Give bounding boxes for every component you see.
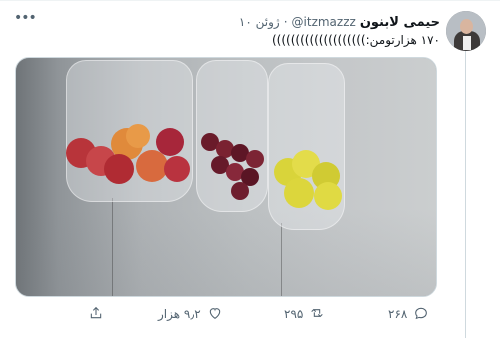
tweet-photo[interactable] — [15, 57, 437, 297]
avatar[interactable] — [446, 11, 486, 51]
avatar-shirt — [463, 36, 471, 50]
more-icon[interactable]: ••• — [14, 9, 37, 27]
retweet-button[interactable]: ۲۹۵ — [284, 304, 325, 324]
bag-string — [281, 223, 282, 296]
grape — [246, 150, 264, 168]
reply-button[interactable]: ۲۶۸ — [388, 304, 429, 324]
grape — [231, 182, 249, 200]
bag-string — [112, 198, 113, 296]
display-name[interactable]: حیمی لابنون — [360, 15, 440, 30]
heart-icon — [207, 305, 223, 324]
share-icon — [88, 305, 104, 324]
separator-dot: · — [283, 15, 288, 29]
photo-shadow — [16, 208, 436, 296]
thread-line — [465, 48, 466, 338]
avatar-head — [460, 19, 473, 34]
nectarine — [104, 154, 134, 184]
tweet-time[interactable]: ۱۰ ژوئن — [239, 15, 280, 29]
peach — [126, 124, 150, 148]
lemon — [284, 178, 314, 208]
nectarine — [164, 156, 190, 182]
lemon — [314, 182, 342, 210]
tweet-actions: ۲۶۸ ۲۹۵ ۹٫۲ هزار — [0, 304, 500, 324]
nectarine — [156, 128, 184, 156]
reply-count: ۲۶۸ — [388, 307, 408, 321]
retweet-count: ۲۹۵ — [284, 307, 304, 321]
top-divider — [0, 0, 500, 1]
reply-icon — [413, 305, 429, 324]
retweet-icon — [309, 305, 325, 324]
share-button[interactable] — [82, 304, 104, 324]
tweet-header: حیمی لابنون @itzmazzz · ۱۰ ژوئن — [239, 12, 440, 32]
tweet-text: ۱۷۰ هزارتومن:)))))))))))))))))))) — [271, 33, 440, 47]
like-button[interactable]: ۹٫۲ هزار — [158, 304, 223, 324]
like-count: ۹٫۲ هزار — [158, 307, 201, 321]
user-handle[interactable]: @itzmazzz — [292, 15, 356, 29]
